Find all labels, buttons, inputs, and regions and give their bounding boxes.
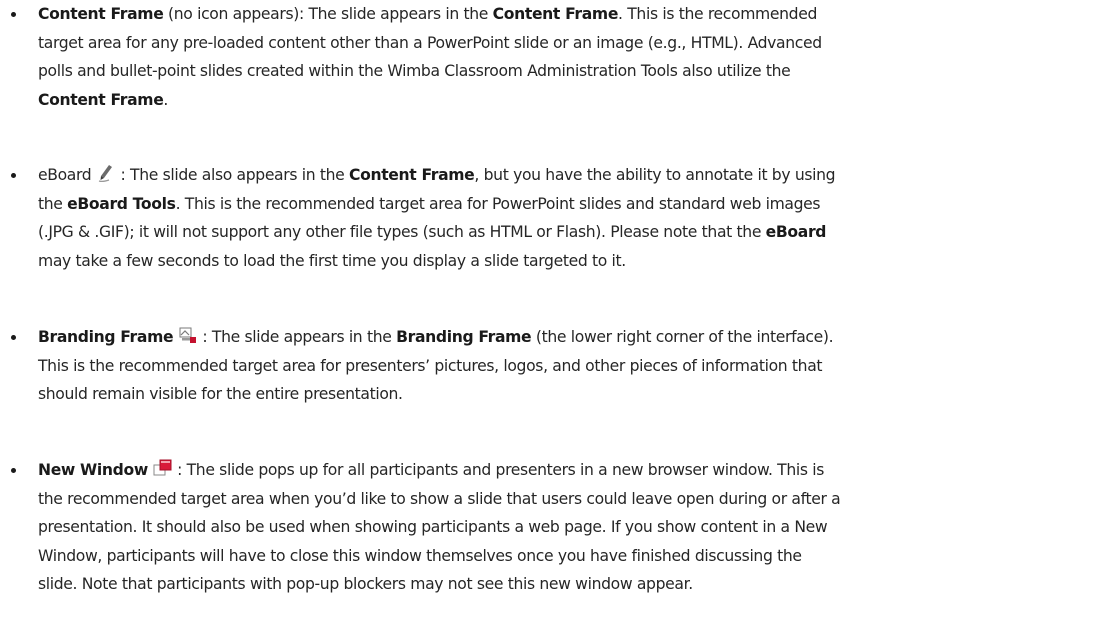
term-branding-frame: Branding Frame [396,328,532,346]
text-line: presentation. It should also be used whe… [38,513,1098,542]
text-run: should remain visible for the entire pre… [38,385,403,404]
text-run: polls and bullet-point slides created wi… [38,62,791,81]
text-line: the eBoard Tools. This is the recommende… [38,190,1098,219]
text-run: may take a few seconds to load the first… [38,251,626,270]
text-run: . This is the recommended target area fo… [175,194,821,213]
text-line: eBoard : The slide also appears in the C… [38,161,1098,190]
text-line: should remain visible for the entire pre… [38,380,1098,409]
text-line: Content Frame. [38,86,1098,115]
text-run: target area for any pre-loaded content o… [38,33,822,52]
term-eboard: eBoard [38,166,96,184]
text-run: This is the recommended target area for … [38,356,823,375]
text-line: may take a few seconds to load the first… [38,247,1098,276]
document-page: Content Frame (no icon appears): The sli… [0,0,1115,639]
text-run: . This is the recommended [618,5,818,23]
paragraph-eboard: eBoard : The slide also appears in the C… [38,161,1098,275]
term-content-frame: Content Frame [492,5,619,23]
paragraph-content-frame: Content Frame (no icon appears): The sli… [38,0,1098,114]
term-new-window: New Window [38,461,148,479]
text-run: , but you have the ability to annotate i… [474,166,836,184]
term-content-frame: Content Frame [348,166,475,184]
new-window-icon [153,459,173,477]
text-run: : The slide appears in the [197,328,397,346]
text-run: : The slide pops up for all participants… [172,461,824,479]
text-run: . [163,90,169,109]
text-line: slide. Note that participants with pop-u… [38,570,1098,599]
term-content-frame: Content Frame [38,90,164,109]
text-line: Branding Frame : The slide appears in th… [38,323,1098,352]
text-line: New Window : The slide pops up for all p… [38,456,1098,485]
paragraph-new-window: New Window : The slide pops up for all p… [38,456,1098,599]
paragraph-branding-frame: Branding Frame : The slide appears in th… [38,323,1098,409]
pencil-icon [96,163,116,183]
bullet-dot [11,468,16,473]
text-line: the recommended target area when you’d l… [38,485,1098,514]
text-line: (.JPG & .GIF); it will not support any o… [38,218,1098,247]
bullet-dot [11,335,16,340]
bullet-dot [11,12,16,17]
term-content-frame: Content Frame [38,5,164,23]
text-run: (.JPG & .GIF); it will not support any o… [38,223,766,242]
term-eboard-tools: eBoard Tools [67,194,176,213]
bullet-dot [11,173,16,178]
text-line: This is the recommended target area for … [38,352,1098,381]
text-run: slide. Note that participants with pop-u… [38,575,693,594]
text-line: Content Frame (no icon appears): The sli… [38,0,1098,29]
text-run: presentation. It should also be used whe… [38,518,828,537]
text-run: : The slide also appears in the [115,166,349,184]
text-run: the [38,194,68,213]
text-line: polls and bullet-point slides created wi… [38,57,1098,86]
text-run: (no icon appears): The slide appears in … [163,5,493,23]
text-line: target area for any pre-loaded content o… [38,29,1098,58]
term-eboard: eBoard [765,223,827,242]
text-run: the recommended target area when you’d l… [38,489,841,508]
text-run: (the lower right corner of the interface… [531,328,834,346]
term-branding-frame: Branding Frame [38,328,174,346]
branding-frame-icon [178,326,198,344]
text-line: Window, participants will have to close … [38,542,1098,571]
text-run: Window, participants will have to close … [38,546,802,565]
